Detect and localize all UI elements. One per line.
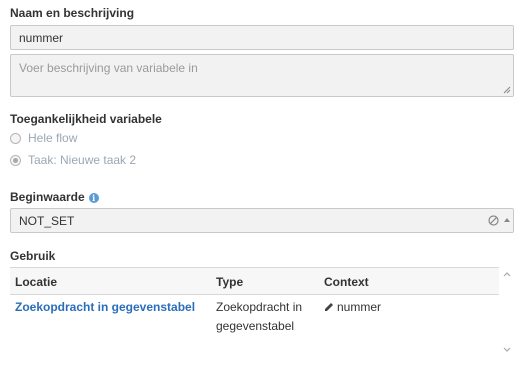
caret-down-icon[interactable]	[504, 218, 510, 222]
radio-label: Taak: Nieuwe taak 2	[28, 153, 137, 167]
radio-button[interactable]	[10, 154, 21, 166]
type-cell-line1: Zoekopdracht in	[216, 300, 303, 314]
radio-task[interactable]: Taak: Nieuwe taak 2	[10, 153, 136, 167]
scroll-up-icon[interactable]	[503, 271, 511, 277]
scroll-down-icon[interactable]	[503, 347, 511, 353]
description-textarea[interactable]: Voer beschrijving van variabele in	[10, 54, 514, 97]
description-placeholder: Voer beschrijving van variabele in	[19, 61, 198, 75]
column-header-context[interactable]: Context	[324, 275, 369, 289]
location-link[interactable]: Zoekopdracht in gegevenstabel	[15, 298, 195, 317]
pencil-icon	[325, 303, 333, 311]
radio-label: Hele flow	[28, 131, 78, 145]
table-scrollbar[interactable]	[500, 267, 514, 357]
column-header-location[interactable]: Locatie	[15, 275, 57, 289]
name-input-value: nummer	[19, 31, 64, 45]
info-icon[interactable]: i	[88, 193, 99, 203]
initial-value-heading: Beginwaarde i	[10, 190, 99, 204]
context-cell: nummer	[324, 298, 381, 317]
column-header-type[interactable]: Type	[216, 275, 243, 289]
clear-icon[interactable]	[488, 215, 499, 226]
resize-grip-icon[interactable]	[503, 86, 511, 94]
initial-value-text: NOT_SET	[19, 214, 75, 228]
access-section-label: Toegankelijkheid variabele	[10, 112, 162, 126]
usage-table: Locatie Type Context Zoekopdracht in geg…	[10, 267, 514, 357]
initial-value-label: Beginwaarde	[10, 190, 85, 204]
context-value: nummer	[337, 300, 382, 314]
name-section-label: Naam en beschrijving	[10, 6, 135, 20]
type-cell-line2: gegevenstabel	[216, 319, 295, 333]
usage-section-label: Gebruik	[10, 249, 56, 263]
table-header: Locatie Type Context	[10, 267, 499, 295]
initial-value-select[interactable]: NOT_SET	[10, 208, 514, 233]
name-input[interactable]: nummer	[10, 25, 514, 50]
radio-button[interactable]	[10, 132, 21, 144]
radio-whole-flow[interactable]: Hele flow	[10, 131, 77, 145]
